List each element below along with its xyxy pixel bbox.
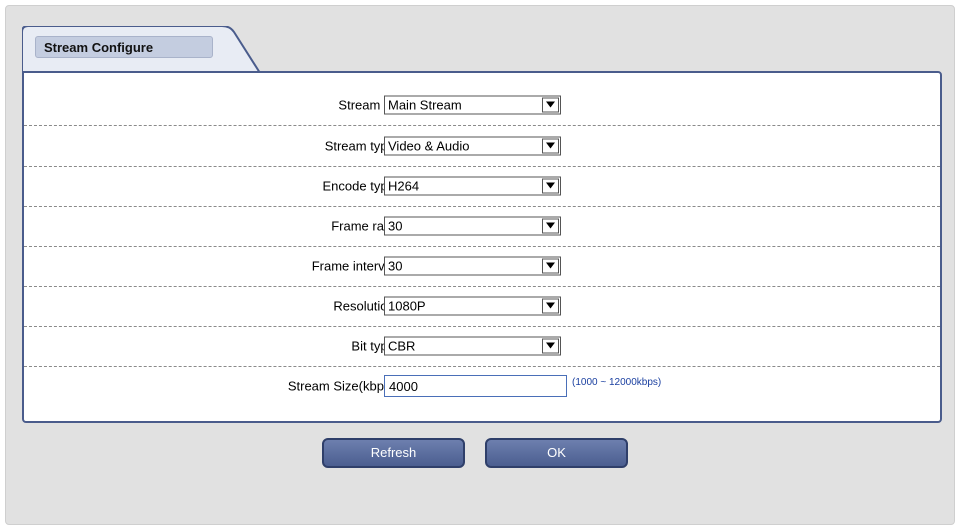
chevron-down-icon[interactable] xyxy=(542,178,559,194)
field-row-resolution: Resolution : 1080P xyxy=(24,286,940,327)
tab-title: Stream Configure xyxy=(35,36,213,58)
field-row-encode-type: Encode type : H264 xyxy=(24,166,940,207)
chevron-down-icon[interactable] xyxy=(542,338,559,354)
field-row-bit-type: Bit type : CBR xyxy=(24,326,940,367)
field-row-frame-interval: Frame interval : 30 xyxy=(24,246,940,287)
resolution-value: 1080P xyxy=(388,298,426,314)
stream-type-value: Video & Audio xyxy=(388,138,470,154)
stream-id-select[interactable]: Main Stream xyxy=(384,95,561,115)
encode-type-value: H264 xyxy=(388,178,420,194)
stream-config-panel: Stream Id : Main Stream Stream type : Vi… xyxy=(22,71,942,423)
bit-type-select[interactable]: CBR xyxy=(384,336,561,356)
chevron-down-icon[interactable] xyxy=(542,258,559,274)
frame-rate-value: 30 xyxy=(388,218,403,234)
field-row-frame-rate: Frame rate : 30 xyxy=(24,206,940,247)
stream-id-value: Main Stream xyxy=(388,97,462,113)
frame-rate-select[interactable]: 30 xyxy=(384,216,561,236)
chevron-down-icon[interactable] xyxy=(542,138,559,154)
chevron-down-icon[interactable] xyxy=(542,298,559,314)
ok-button[interactable]: OK xyxy=(485,438,628,468)
frame-interval-select[interactable]: 30 xyxy=(384,256,561,276)
encode-type-select[interactable]: H264 xyxy=(384,176,561,196)
field-row-stream-type: Stream type : Video & Audio xyxy=(24,126,940,167)
stream-size-input[interactable] xyxy=(384,375,567,397)
chevron-down-icon[interactable] xyxy=(542,97,559,113)
stream-size-range-hint: (1000 ~ 12000kbps) xyxy=(569,376,695,396)
chevron-down-icon[interactable] xyxy=(542,218,559,234)
stream-type-select[interactable]: Video & Audio xyxy=(384,136,561,156)
bit-type-value: CBR xyxy=(388,338,416,354)
field-row-stream-id: Stream Id : Main Stream xyxy=(24,85,940,126)
frame-interval-value: 30 xyxy=(388,258,403,274)
field-row-stream-size: Stream Size(kbps) : (1000 ~ 12000kbps) xyxy=(24,366,940,406)
stream-configure-tab[interactable]: Stream Configure xyxy=(22,26,262,74)
refresh-button[interactable]: Refresh xyxy=(322,438,465,468)
resolution-select[interactable]: 1080P xyxy=(384,296,561,316)
